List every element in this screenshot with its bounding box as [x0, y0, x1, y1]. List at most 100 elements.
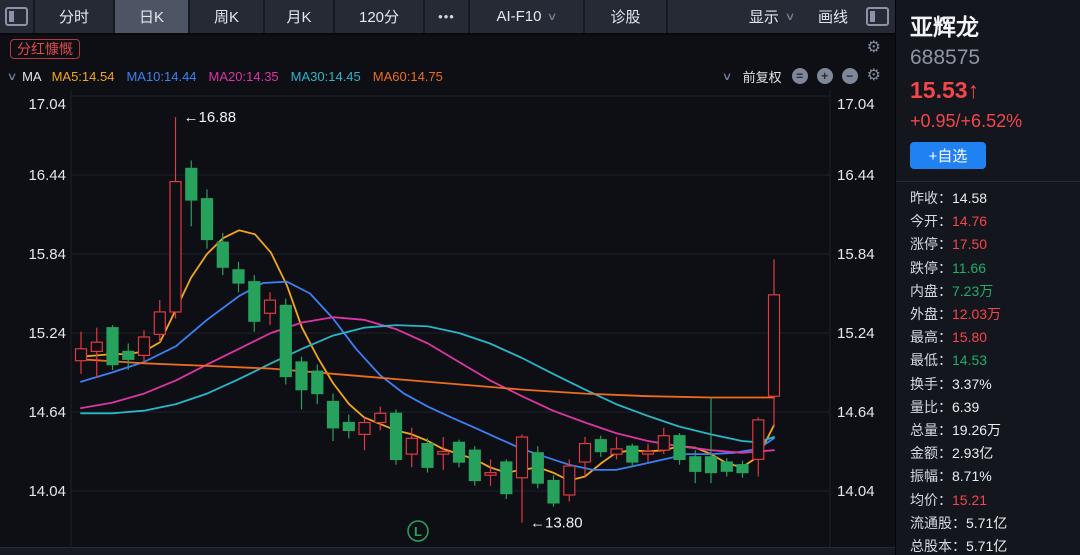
- display-menu-label: 显示: [749, 6, 779, 27]
- candle: [485, 473, 496, 476]
- zoom-in-button[interactable]: +: [817, 68, 833, 84]
- y-axis-labels: 17.0417.0416.4416.4415.8415.8415.2415.24…: [28, 96, 874, 500]
- stat-label: 昨收：: [910, 190, 952, 206]
- candle: [202, 199, 213, 240]
- collapse-ma-chevron-icon[interactable]: ∨: [7, 70, 18, 83]
- y-axis-label: 15.84: [837, 246, 875, 263]
- ma30-legend: MA30:14.45: [291, 69, 361, 84]
- tab-ai-f10-label: AI-F10: [496, 8, 541, 25]
- y-axis-label: 17.04: [28, 96, 66, 113]
- stat-label: 总量：: [910, 422, 952, 438]
- tab-minute[interactable]: 分时: [35, 0, 115, 33]
- stat-label: 总股本：: [910, 538, 966, 554]
- candle: [76, 349, 87, 361]
- ma60-legend: MA60:14.75: [373, 69, 443, 84]
- candle: [737, 465, 748, 473]
- stat-label: 最高：: [910, 329, 952, 345]
- stat-row: 换手：3.37%: [910, 373, 1080, 396]
- reset-zoom-button[interactable]: =: [792, 68, 808, 84]
- more-periods-button[interactable]: •••: [425, 0, 470, 33]
- candle: [454, 442, 465, 462]
- y-axis-label: 14.64: [837, 404, 875, 421]
- stat-value: 7.23万: [952, 283, 993, 299]
- kline-chart[interactable]: 17.0417.0416.4416.4415.8415.8415.2415.24…: [0, 90, 895, 547]
- dividend-concept-tag[interactable]: 分红慷慨: [10, 39, 80, 59]
- tab-120min[interactable]: 120分: [335, 0, 425, 33]
- stock-chart-app: 分时 日K 周K 月K 120分 ••• AI-F10 ∨ 诊股 显示 ∨ 画线…: [0, 0, 1080, 555]
- candle: [406, 438, 417, 454]
- stat-label: 振幅：: [910, 468, 952, 484]
- gear-icon[interactable]: ⚙: [867, 40, 881, 56]
- tab-diagnose[interactable]: 诊股: [585, 0, 668, 33]
- y-axis-label: 14.04: [837, 483, 875, 500]
- stat-row: 振幅：8.71%: [910, 465, 1080, 488]
- candle: [139, 337, 150, 355]
- stat-row: 内盘：7.23万: [910, 280, 1080, 303]
- adjust-mode-selector[interactable]: 前复权: [743, 67, 782, 86]
- panel-right-icon: [866, 7, 889, 26]
- price-change: +0.95/+6.52%: [910, 111, 1080, 132]
- draw-line-button[interactable]: 画线: [806, 0, 860, 33]
- stat-row: 最高：15.80: [910, 326, 1080, 349]
- stat-label: 内盘：: [910, 283, 952, 299]
- kline-svg: 17.0417.0416.4416.4415.8415.8415.2415.24…: [0, 90, 895, 547]
- candle: [328, 402, 339, 428]
- candle: [658, 436, 669, 451]
- stat-row: 总量：19.26万: [910, 419, 1080, 442]
- stock-code: 688575: [910, 46, 1080, 70]
- candle: [186, 168, 197, 200]
- candle: [643, 452, 654, 455]
- chevron-down-icon: ∨: [785, 10, 796, 23]
- toggle-left-panel-button[interactable]: [0, 0, 35, 33]
- stat-value: 2.93亿: [952, 445, 993, 461]
- stat-row: 昨收：14.58: [910, 187, 1080, 210]
- add-watchlist-button[interactable]: +自选: [910, 142, 986, 169]
- panel-divider: [896, 181, 1080, 182]
- tab-daily-k[interactable]: 日K: [115, 0, 190, 33]
- stat-value: 15.21: [952, 492, 987, 508]
- display-menu-button[interactable]: 显示 ∨: [737, 0, 806, 33]
- candle: [690, 457, 701, 472]
- ma-group-label: MA: [22, 69, 42, 84]
- candle: [343, 423, 354, 431]
- stat-value: 12.03万: [952, 306, 1001, 322]
- toolbar-spacer: [668, 0, 737, 33]
- stat-label: 换手：: [910, 376, 952, 392]
- candle: [769, 295, 780, 396]
- toggle-right-panel-button[interactable]: [860, 0, 895, 33]
- zoom-out-button[interactable]: −: [842, 68, 858, 84]
- y-axis-label: 16.44: [28, 167, 66, 184]
- concept-tag-row: 分红慷慨 ⚙: [0, 35, 895, 62]
- tab-ai-f10[interactable]: AI-F10 ∨: [470, 0, 585, 33]
- stat-row: 量比：6.39: [910, 396, 1080, 419]
- candle: [233, 270, 244, 283]
- grid: [71, 90, 830, 547]
- price-annotation: ←16.88: [184, 109, 237, 126]
- watermark-logo: L: [408, 521, 428, 541]
- stat-value: 3.37%: [952, 376, 992, 392]
- candle: [548, 481, 559, 503]
- y-axis-label: 15.24: [28, 325, 66, 342]
- stat-value: 17.50: [952, 236, 987, 252]
- candle: [312, 371, 323, 393]
- stat-label: 涨停：: [910, 236, 952, 252]
- candle: [706, 457, 717, 473]
- stat-row: 均价：15.21: [910, 489, 1080, 512]
- candle: [753, 420, 764, 460]
- candle: [532, 453, 543, 483]
- candle: [280, 305, 291, 376]
- stat-row: 涨停：17.50: [910, 233, 1080, 256]
- candle: [721, 462, 732, 471]
- indicator-settings-gear-icon[interactable]: ⚙: [867, 68, 881, 84]
- stat-value: 14.58: [952, 190, 987, 206]
- stat-row: 外盘：12.03万: [910, 303, 1080, 326]
- stat-label: 均价：: [910, 492, 952, 508]
- stat-label: 今开：: [910, 213, 952, 229]
- candle: [501, 462, 512, 494]
- stat-value: 6.39: [952, 399, 979, 415]
- y-axis-label: 14.64: [28, 404, 66, 421]
- stat-label: 流通股：: [910, 515, 966, 531]
- tab-monthly-k[interactable]: 月K: [265, 0, 335, 33]
- y-axis-label: 15.24: [837, 325, 875, 342]
- tab-weekly-k[interactable]: 周K: [190, 0, 265, 33]
